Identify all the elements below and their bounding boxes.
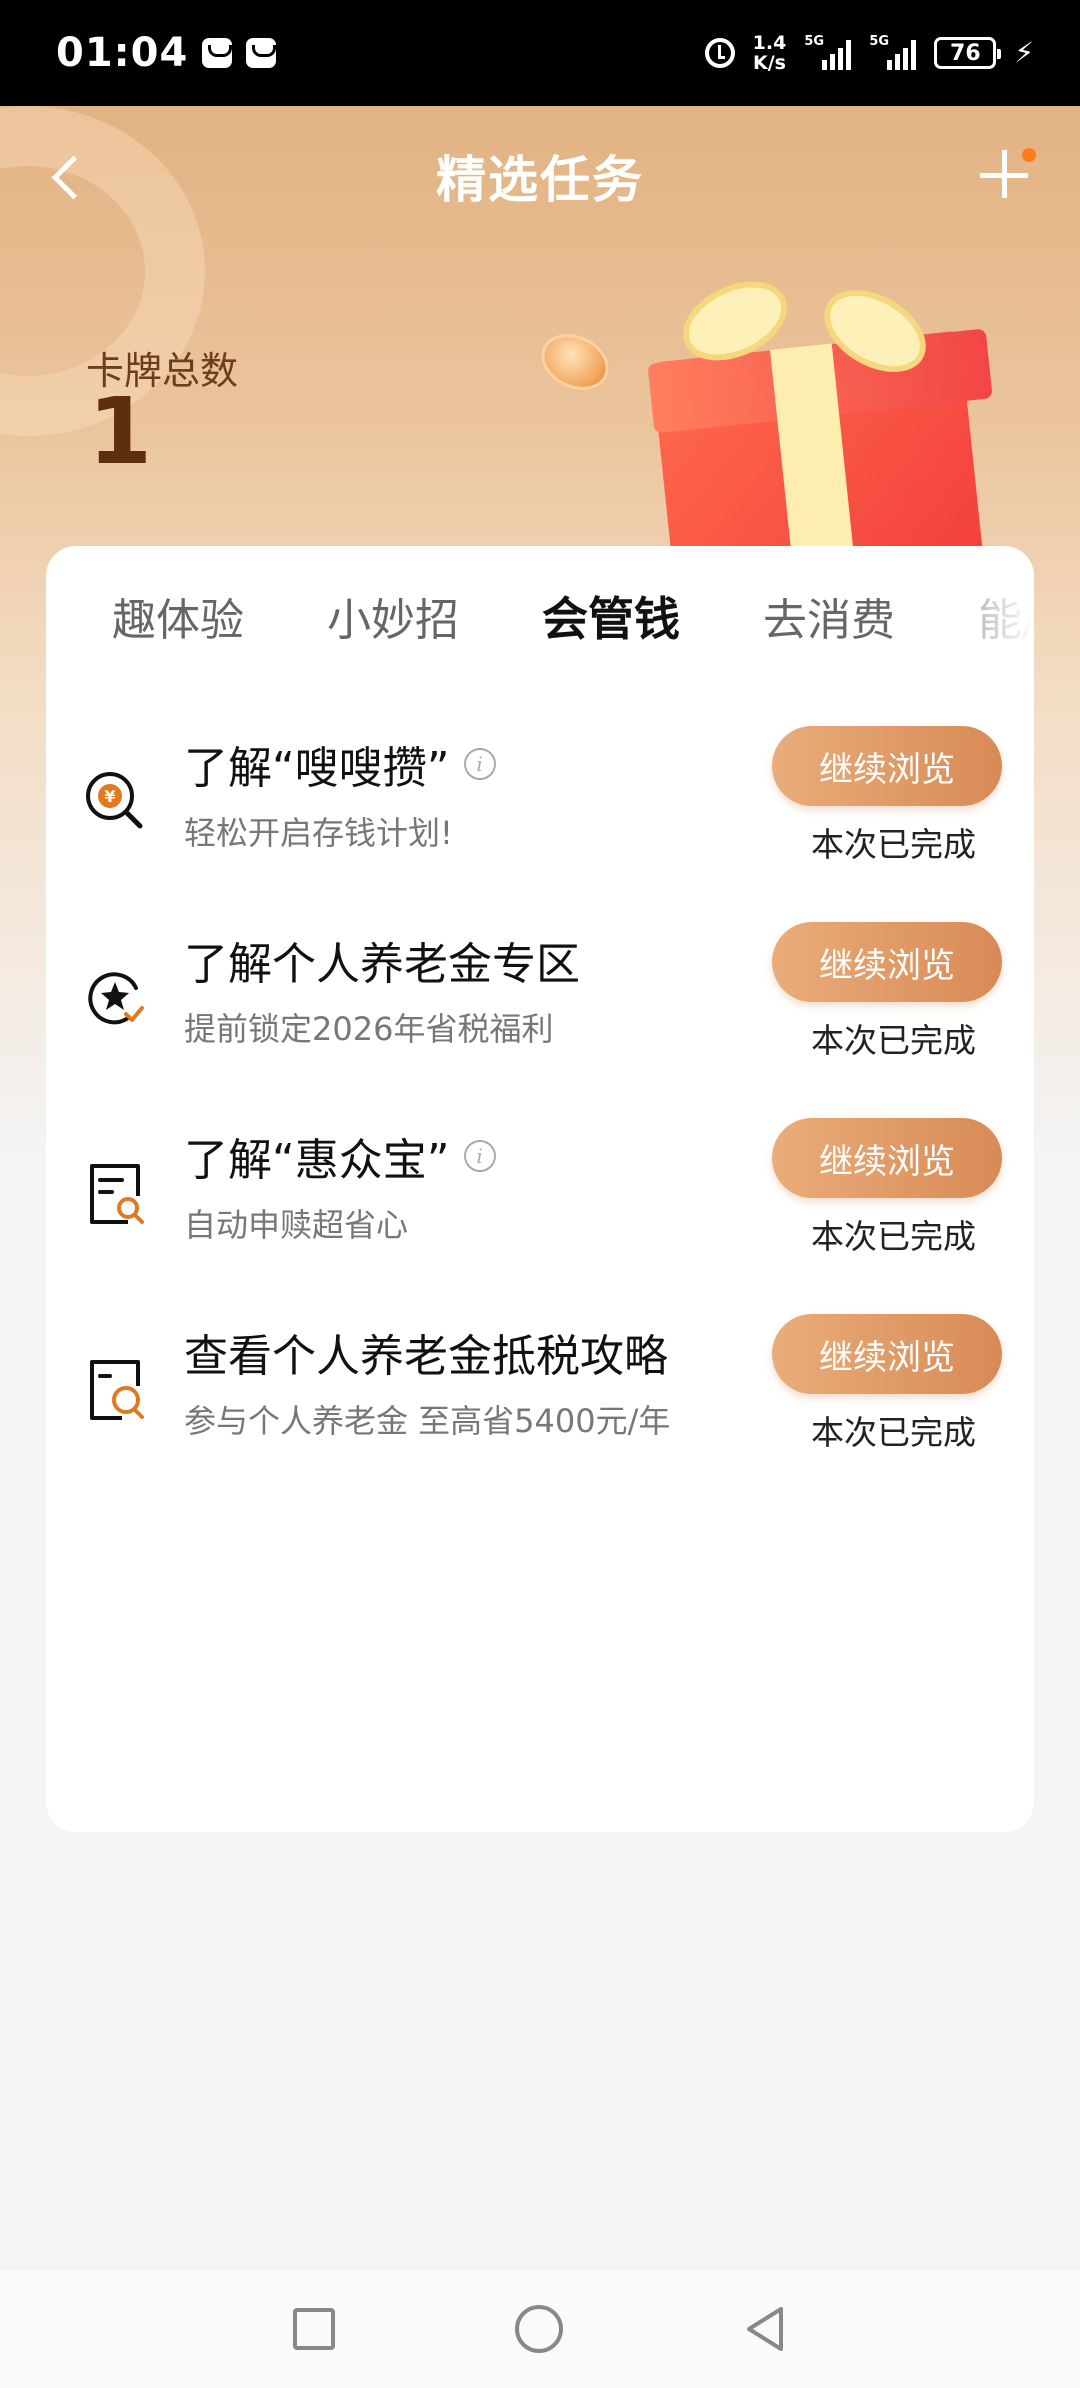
- task-item[interactable]: 了解个人养老金专区 提前锁定2026年省税福利 继续浏览 本次已完成: [46, 908, 1034, 1104]
- task-title-text: 查看个人养老金抵税攻略: [184, 1331, 668, 1382]
- task-status: 本次已完成: [811, 825, 976, 864]
- task-status: 本次已完成: [811, 1413, 976, 1452]
- task-item[interactable]: 了解“惠众宝” i 自动申赎超省心 继续浏览 本次已完成: [46, 1104, 1034, 1300]
- task-subtitle: 参与个人养老金 至高省5400元/年: [184, 1402, 671, 1440]
- info-icon[interactable]: i: [463, 748, 496, 780]
- card-total-value: 1: [88, 378, 153, 485]
- task-subtitle: 自动申赎超省心: [184, 1206, 409, 1244]
- clock: 01:04: [56, 30, 189, 76]
- tab-fun-experience[interactable]: 趣体验: [112, 584, 244, 648]
- signal-type-label: 5G: [869, 34, 890, 49]
- task-status: 本次已完成: [811, 1021, 976, 1060]
- shopping-bag-notification-icon: [246, 38, 277, 68]
- status-right: 1.4 K/s 5G 5G 76 ⚡: [704, 33, 1034, 73]
- task-subtitle: 提前锁定2026年省税福利: [184, 1010, 554, 1048]
- recent-apps-button[interactable]: [293, 2308, 335, 2350]
- network-speed: 1.4 K/s: [753, 33, 787, 73]
- tab-tips[interactable]: 小妙招: [327, 584, 459, 648]
- continue-browse-button[interactable]: 继续浏览: [772, 726, 1002, 806]
- home-button[interactable]: [515, 2305, 563, 2353]
- signal-strength-icon: 5G: [869, 34, 917, 70]
- tab-go-shopping[interactable]: 去消费: [763, 584, 895, 648]
- tabs-fade: [974, 546, 1034, 686]
- continue-browse-button[interactable]: 继续浏览: [772, 1118, 1002, 1198]
- back-nav-button[interactable]: [743, 2305, 787, 2353]
- task-title: 了解“嗖嗖攒” i: [184, 732, 496, 796]
- task-card: 趣体验 小妙招 会管钱 去消费 能/ ¥ 了解“嗖嗖攒” i 轻松开启存钱计划!…: [46, 546, 1034, 1832]
- battery-icon: 76: [934, 37, 1002, 69]
- document-search-icon: [90, 1360, 144, 1420]
- task-title-text: 了解“嗖嗖攒”: [184, 743, 450, 794]
- task-item[interactable]: 查看个人养老金抵税攻略 参与个人养老金 至高省5400元/年 继续浏览 本次已完…: [46, 1300, 1034, 1496]
- document-search-icon: [90, 1164, 144, 1224]
- continue-browse-button[interactable]: 继续浏览: [772, 922, 1002, 1002]
- back-triangle-icon: [747, 2307, 783, 2351]
- task-item[interactable]: ¥ 了解“嗖嗖攒” i 轻松开启存钱计划! 继续浏览 本次已完成: [46, 712, 1034, 908]
- signal-type-label: 5G: [804, 34, 825, 49]
- shopping-bag-notification-icon: [202, 38, 233, 68]
- status-left: 01:04: [56, 30, 277, 76]
- page-title: 精选任务: [436, 151, 644, 209]
- network-speed-value: 1.4: [752, 32, 787, 54]
- star-check-icon: [88, 972, 144, 1025]
- system-navigation-bar: [0, 2270, 1080, 2388]
- network-speed-unit: K/s: [753, 52, 786, 74]
- back-button[interactable]: [42, 148, 92, 206]
- task-title-text: 了解“惠众宝”: [184, 1135, 450, 1186]
- svg-text:¥: ¥: [104, 787, 115, 806]
- category-tabs: 趣体验 小妙招 会管钱 去消费 能/: [46, 546, 1034, 686]
- alarm-clock-icon: [704, 38, 735, 68]
- tab-manage-money[interactable]: 会管钱: [542, 583, 680, 649]
- continue-browse-button[interactable]: 继续浏览: [772, 1314, 1002, 1394]
- signal-strength-icon: 5G: [804, 34, 852, 70]
- task-title: 了解“惠众宝” i: [184, 1124, 496, 1188]
- coin-icon: [532, 323, 618, 401]
- task-title-text: 了解个人养老金专区: [184, 939, 580, 990]
- status-bar: 01:04 1.4 K/s 5G 5G 76 ⚡: [0, 0, 1080, 106]
- task-title: 查看个人养老金抵税攻略: [184, 1320, 668, 1384]
- info-icon[interactable]: i: [463, 1140, 496, 1172]
- yuan-search-icon: ¥: [86, 772, 143, 829]
- title-bar: 精选任务: [0, 106, 1080, 246]
- battery-level: 76: [950, 40, 981, 66]
- task-title: 了解个人养老金专区: [184, 928, 580, 992]
- charging-bolt-icon: ⚡: [1014, 36, 1034, 69]
- task-status: 本次已完成: [811, 1217, 976, 1256]
- task-subtitle: 轻松开启存钱计划!: [184, 814, 453, 852]
- notification-dot: [1022, 148, 1036, 162]
